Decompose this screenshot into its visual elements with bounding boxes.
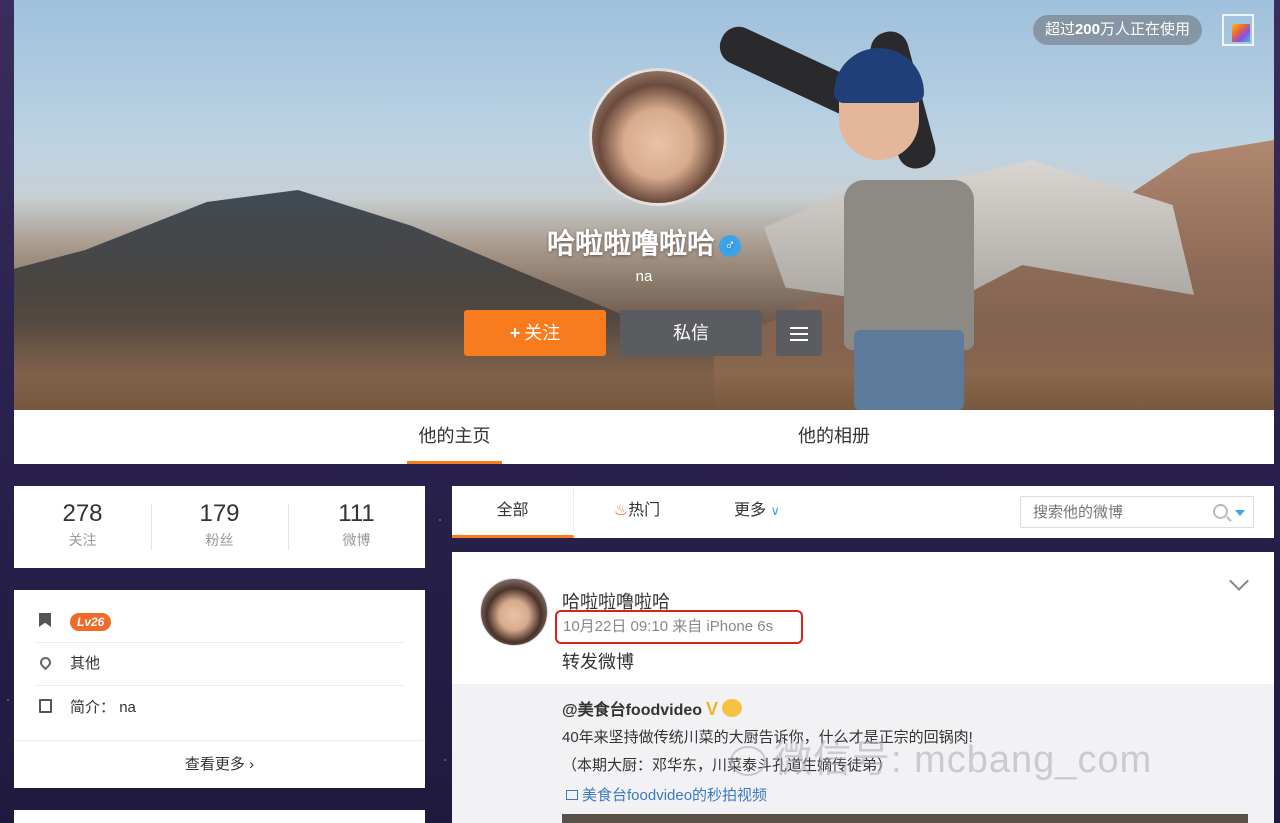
repost-author-row: @美食台foodvideo V bbox=[562, 696, 743, 720]
repost-video-link[interactable]: 美食台foodvideo的秒拍视频 bbox=[566, 784, 767, 805]
hamburger-icon bbox=[776, 310, 822, 341]
video-icon bbox=[566, 790, 578, 800]
app-qr-icon[interactable] bbox=[1222, 14, 1254, 46]
feed-tab-hot[interactable]: ♨热门 bbox=[602, 486, 672, 538]
verified-v-icon: V bbox=[706, 699, 719, 719]
feed-search-box bbox=[1020, 496, 1254, 528]
edit-note-icon bbox=[36, 699, 54, 717]
profile-description: na bbox=[635, 268, 653, 285]
sidebar-card-partial bbox=[14, 810, 425, 823]
repost-author-link[interactable]: @美食台foodvideo bbox=[562, 702, 702, 719]
video-link-label: 美食台foodvideo的秒拍视频 bbox=[582, 787, 768, 804]
stat-posts-label: 微博 bbox=[342, 532, 371, 548]
stat-following-value: 278 bbox=[62, 500, 103, 527]
follow-label: 关注 bbox=[524, 323, 561, 343]
bookmark-icon bbox=[36, 613, 54, 631]
profile-stats: 278 关注 179 粉丝 111 微博 bbox=[14, 486, 425, 568]
chevron-down-icon: ∨ bbox=[770, 503, 780, 518]
stat-followers[interactable]: 179 粉丝 bbox=[151, 500, 288, 550]
post-author-avatar[interactable] bbox=[480, 578, 548, 646]
repost-video-thumbnail[interactable] bbox=[562, 814, 1248, 823]
app-logo-square bbox=[1232, 24, 1250, 42]
caret-down-icon[interactable] bbox=[1235, 510, 1245, 516]
view-more-label: 查看更多 bbox=[184, 756, 245, 773]
post-text: 转发微博 bbox=[562, 652, 634, 672]
more-menu-button[interactable] bbox=[776, 310, 822, 356]
user-count-prefix: 超过 bbox=[1044, 21, 1075, 38]
kid-legs bbox=[854, 330, 964, 410]
tab-home[interactable]: 他的主页 bbox=[407, 410, 502, 464]
stat-posts-value: 111 bbox=[338, 500, 375, 527]
profile-tab-bar: 他的主页 他的相册 bbox=[14, 410, 1274, 464]
feed-search-input[interactable] bbox=[1021, 497, 1211, 527]
stat-posts[interactable]: 111 微博 bbox=[288, 500, 425, 550]
tab-album[interactable]: 他的相册 bbox=[784, 410, 884, 464]
info-location-row: 其他 bbox=[34, 644, 405, 684]
stat-following[interactable]: 278 关注 bbox=[14, 500, 151, 550]
wechat-logo-icon bbox=[730, 746, 766, 776]
bio-label: 简介： bbox=[70, 699, 116, 716]
feed-tab-more[interactable]: 更多 ∨ bbox=[722, 486, 792, 538]
post-options-chevron-icon[interactable] bbox=[1229, 571, 1249, 591]
feed-tab-all[interactable]: 全部 bbox=[452, 486, 574, 538]
profile-name-row: 哈啦啦噜啦哈 ♂ bbox=[14, 222, 1274, 262]
message-button[interactable]: 私信 bbox=[620, 310, 762, 356]
profile-name: 哈啦啦噜啦哈 bbox=[546, 228, 715, 259]
kid-body bbox=[844, 180, 974, 350]
user-count-suffix: 万人正在使用 bbox=[1099, 21, 1190, 38]
user-count-pill[interactable]: 超过200万人正在使用 bbox=[1032, 15, 1202, 45]
chevron-right-icon: › bbox=[249, 756, 255, 773]
info-bio-row: 简介： na bbox=[34, 688, 405, 728]
bio-value: na bbox=[119, 699, 136, 716]
info-divider bbox=[34, 685, 405, 686]
post-timestamp-source[interactable]: 10月22日 09:10 来自 iPhone 6s bbox=[555, 610, 803, 644]
search-icon[interactable] bbox=[1213, 504, 1228, 519]
follow-button[interactable]: + 关注 bbox=[464, 310, 606, 356]
profile-info-card: Lv26 其他 简介： na 查看更多 › bbox=[14, 590, 425, 788]
info-divider bbox=[34, 642, 405, 643]
level-badge[interactable]: Lv26 bbox=[70, 613, 112, 631]
profile-cover: 超过200万人正在使用 哈啦啦噜啦哈 ♂ na + 关注 私信 bbox=[14, 0, 1274, 410]
watermark-text: 微信号: mcbang_com bbox=[774, 739, 1153, 781]
male-gender-icon: ♂ bbox=[719, 234, 741, 257]
user-count-number: 200 bbox=[1074, 21, 1100, 38]
profile-avatar[interactable] bbox=[589, 68, 727, 206]
stat-followers-value: 179 bbox=[199, 500, 240, 527]
feed-tab-hot-label: 热门 bbox=[628, 502, 661, 519]
view-more-link[interactable]: 查看更多 › bbox=[14, 740, 425, 788]
plus-icon: + bbox=[509, 323, 521, 343]
location-text: 其他 bbox=[70, 655, 101, 672]
stat-followers-label: 粉丝 bbox=[205, 532, 234, 548]
location-pin-icon bbox=[36, 654, 54, 673]
feed-tab-more-label: 更多 bbox=[734, 502, 767, 519]
stat-following-label: 关注 bbox=[68, 532, 97, 548]
emoji-badge-icon bbox=[722, 699, 743, 717]
flame-icon: ♨ bbox=[613, 502, 629, 519]
info-level-row: Lv26 bbox=[34, 602, 405, 642]
wechat-watermark: 微信号: mcbang_com bbox=[730, 728, 1152, 783]
feed-filter-bar: 全部 ♨热门 更多 ∨ bbox=[452, 486, 1274, 538]
